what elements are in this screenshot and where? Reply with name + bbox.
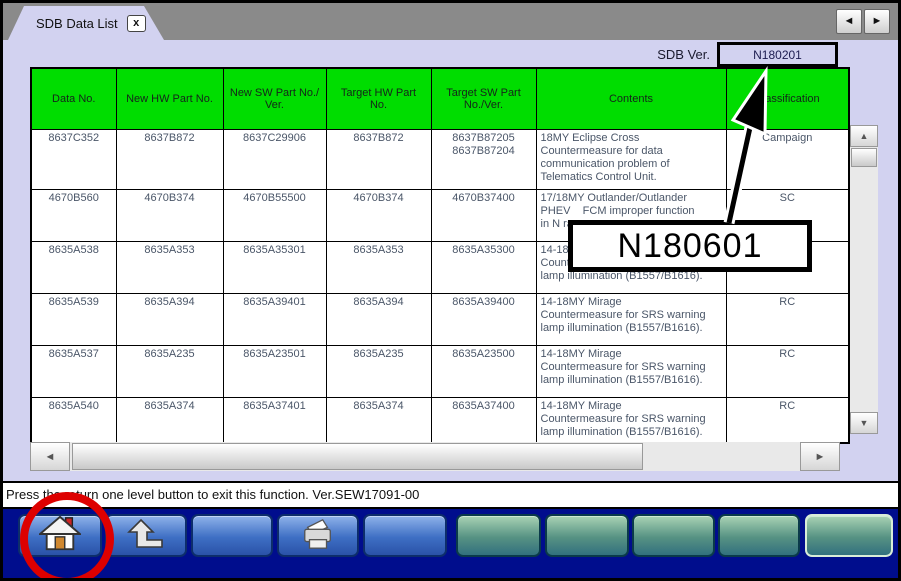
cell-target-hw-part-no: 8635A374 — [326, 398, 431, 443]
cell-contents: 18MY Eclipse Cross Countermeasure for da… — [536, 130, 726, 190]
vertical-scrollbar[interactable]: ▲ ▼ — [850, 125, 878, 434]
column-header-contents: Contents — [536, 68, 726, 130]
column-header-new-hw-part-no: New HW Part No. — [116, 68, 223, 130]
table-row[interactable]: 8635A5398635A3948635A394018635A3948635A3… — [31, 294, 849, 346]
cell-target-sw-part-no: 8635A39400 — [431, 294, 536, 346]
scroll-up-icon[interactable]: ▲ — [850, 125, 878, 147]
function-button-4[interactable] — [718, 514, 800, 557]
cell-data-no: 8637C352 — [31, 130, 116, 190]
cell-data-no: 8635A540 — [31, 398, 116, 443]
scroll-down-icon[interactable]: ▼ — [850, 412, 878, 434]
cell-data-no: 8635A539 — [31, 294, 116, 346]
table-row[interactable]: 8637C3528637B8728637C299068637B8728637B8… — [31, 130, 849, 190]
cell-classification: RC — [726, 294, 849, 346]
cell-contents: 14-18MY Mirage Countermeasure for SRS wa… — [536, 398, 726, 443]
cell-target-hw-part-no: 8635A353 — [326, 242, 431, 294]
nav-prev-button[interactable]: ◄ — [836, 9, 862, 34]
cell-target-sw-part-no: 8635A37400 — [431, 398, 536, 443]
horizontal-scroll-thumb[interactable] — [72, 443, 643, 470]
column-header-classification: Classification — [726, 68, 849, 130]
scroll-right-icon[interactable]: ► — [800, 442, 840, 471]
cell-data-no: 8635A537 — [31, 346, 116, 398]
annotation-callout: N180601 — [568, 220, 812, 272]
return-up-icon — [127, 518, 165, 553]
cell-classification: RC — [726, 346, 849, 398]
function-button-5[interactable] — [805, 514, 893, 557]
cell-new-sw-part-no: 8635A39401 — [223, 294, 326, 346]
cell-target-sw-part-no: 8635A23500 — [431, 346, 536, 398]
scroll-left-icon[interactable]: ◄ — [30, 442, 70, 471]
cell-target-hw-part-no: 4670B374 — [326, 190, 431, 242]
column-header-target-hw-part-no: Target HW Part No. — [326, 68, 431, 130]
cell-new-sw-part-no: 8635A37401 — [223, 398, 326, 443]
cell-contents: 14-18MY Mirage Countermeasure for SRS wa… — [536, 294, 726, 346]
cell-new-hw-part-no: 8635A394 — [116, 294, 223, 346]
cell-classification: Campaign — [726, 130, 849, 190]
cell-target-hw-part-no: 8635A394 — [326, 294, 431, 346]
table-row[interactable]: 8635A5378635A2358635A235018635A2358635A2… — [31, 346, 849, 398]
printer-icon — [299, 517, 337, 554]
cell-target-hw-part-no: 8637B872 — [326, 130, 431, 190]
home-button[interactable] — [18, 514, 102, 557]
function-button-2[interactable] — [545, 514, 629, 557]
cell-target-sw-part-no: 8635A35300 — [431, 242, 536, 294]
column-header-new-sw-part-no: New SW Part No./ Ver. — [223, 68, 326, 130]
horizontal-scrollbar[interactable]: ◄ ► — [30, 442, 840, 471]
function-button-1[interactable] — [456, 514, 541, 557]
column-header-data-no: Data No. — [31, 68, 116, 130]
cell-data-no: 4670B560 — [31, 190, 116, 242]
cell-contents: 14-18MY Mirage Countermeasure for SRS wa… — [536, 346, 726, 398]
toolbar — [0, 509, 901, 581]
title-strip: SDB Data List x ◄ ► — [0, 0, 901, 40]
cell-new-sw-part-no: 8635A23501 — [223, 346, 326, 398]
cell-new-hw-part-no: 8637B872 — [116, 130, 223, 190]
tab-sdb-data-list[interactable]: SDB Data List x — [8, 6, 164, 40]
function-button-3[interactable] — [632, 514, 715, 557]
cell-new-sw-part-no: 8635A35301 — [223, 242, 326, 294]
status-bar: Press the return one level button to exi… — [0, 481, 901, 509]
cell-new-hw-part-no: 8635A374 — [116, 398, 223, 443]
table-body: 8637C3528637B8728637C299068637B8728637B8… — [31, 130, 849, 443]
mut3-sdb-window: SDB Data List x ◄ ► SDB Ver. N180201 Dat… — [0, 0, 901, 581]
table-head: Data No.New HW Part No.New SW Part No./ … — [31, 68, 849, 130]
print-button[interactable] — [277, 514, 359, 557]
home-icon — [39, 515, 81, 556]
blank-blue-button-1[interactable] — [191, 514, 273, 557]
cell-classification: RC — [726, 398, 849, 443]
cell-new-sw-part-no: 4670B55500 — [223, 190, 326, 242]
sdb-ver-value: N180201 — [717, 42, 838, 67]
cell-new-hw-part-no: 8635A353 — [116, 242, 223, 294]
cell-data-no: 8635A538 — [31, 242, 116, 294]
cell-target-sw-part-no: 8637B87205 8637B87204 — [431, 130, 536, 190]
vertical-scroll-thumb[interactable] — [851, 148, 877, 167]
close-icon[interactable]: x — [127, 15, 146, 32]
table-row[interactable]: 8635A5408635A3748635A374018635A3748635A3… — [31, 398, 849, 443]
column-header-target-sw-part-no: Target SW Part No./Ver. — [431, 68, 536, 130]
cell-new-hw-part-no: 8635A235 — [116, 346, 223, 398]
return-one-level-button[interactable] — [105, 514, 187, 557]
sdb-ver-label: SDB Ver. — [600, 47, 710, 62]
tab-title: SDB Data List — [36, 16, 118, 31]
blank-blue-button-2[interactable] — [363, 514, 447, 557]
cell-new-hw-part-no: 4670B374 — [116, 190, 223, 242]
cell-new-sw-part-no: 8637C29906 — [223, 130, 326, 190]
nav-next-button[interactable]: ► — [864, 9, 890, 34]
cell-target-sw-part-no: 4670B37400 — [431, 190, 536, 242]
cell-target-hw-part-no: 8635A235 — [326, 346, 431, 398]
